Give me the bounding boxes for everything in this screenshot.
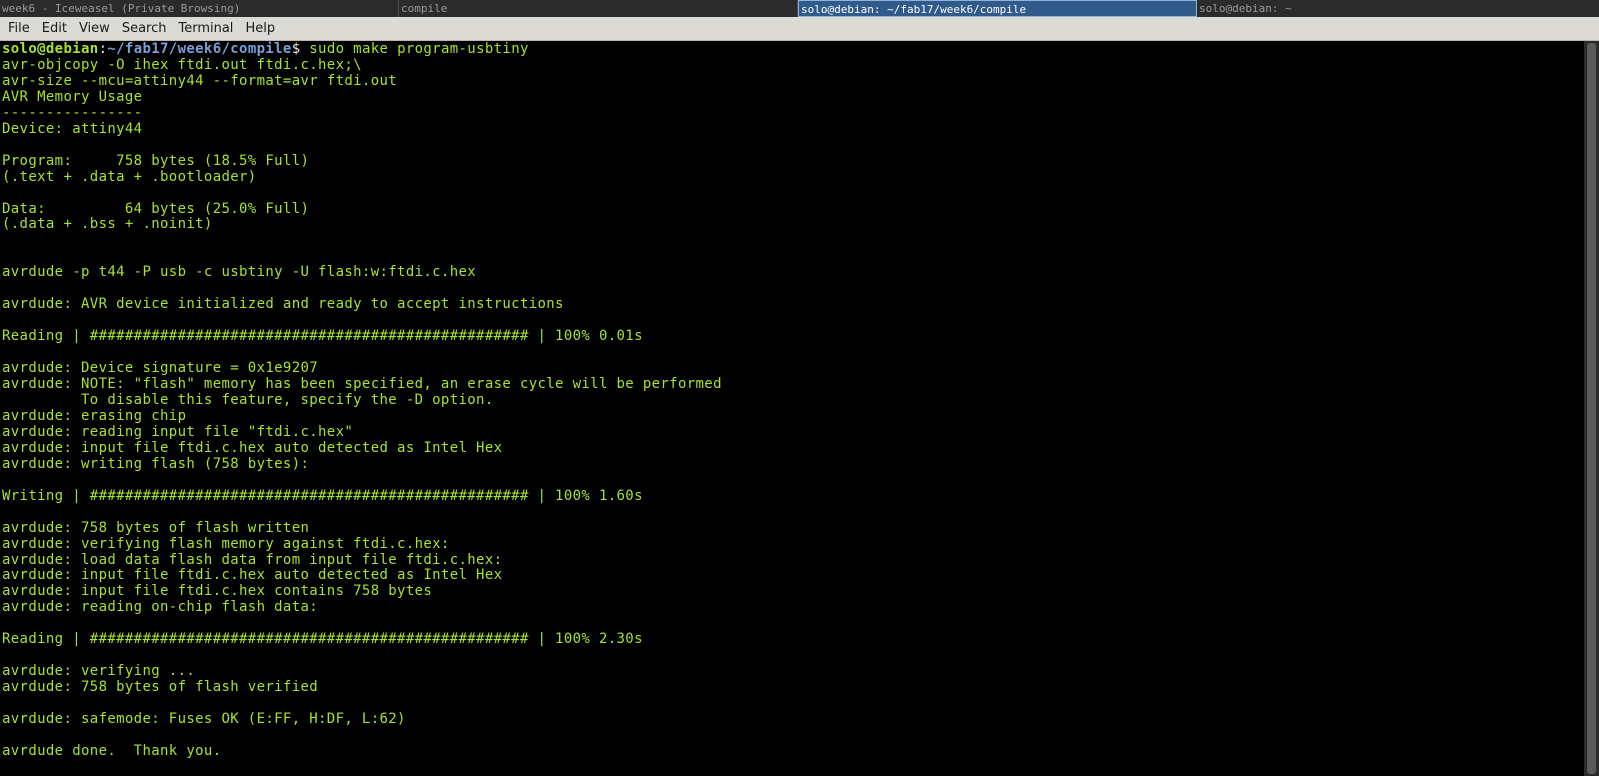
output-line: avrdude -p t44 -P usb -c usbtiny -U flas…	[2, 264, 477, 281]
window-tab-terminal-compile[interactable]: solo@debian: ~/fab17/week6/compile	[798, 0, 1197, 17]
output-line: (.data + .bss + .noinit)	[2, 216, 213, 233]
output-line: avr-objcopy -O ihex ftdi.out ftdi.c.hex;…	[2, 56, 362, 73]
output-line: To disable this feature, specify the -D …	[2, 391, 494, 408]
menu-file[interactable]: File	[0, 17, 36, 41]
menubar: File Edit View Search Terminal Help	[0, 17, 1599, 41]
output-line: avrdude: AVR device initialized and read…	[2, 296, 564, 313]
output-line: Reading | ##############################…	[2, 631, 643, 648]
output-line: avrdude: 758 bytes of flash verified	[2, 679, 319, 696]
output-line: Device: attiny44	[2, 120, 143, 137]
output-line: avrdude: verifying ...	[2, 663, 196, 680]
output-line: avrdude: 758 bytes of flash written	[2, 519, 310, 536]
scrollbar-thumb[interactable]	[1587, 43, 1596, 774]
window-tab-bar: week6 - Iceweasel (Private Browsing) com…	[0, 0, 1599, 17]
menu-edit[interactable]: Edit	[36, 17, 73, 41]
prompt-line: solo@debian:~/fab17/week6/compile$ sudo …	[2, 41, 1584, 58]
output-line: avrdude: input file ftdi.c.hex auto dete…	[2, 439, 503, 456]
output-line: avrdude: reading on-chip flash data:	[2, 599, 319, 616]
output-line: AVR Memory Usage	[2, 88, 143, 105]
terminal-output[interactable]: solo@debian:~/fab17/week6/compile$ sudo …	[0, 41, 1584, 776]
output-line: Writing | ##############################…	[2, 487, 643, 504]
output-line: avrdude: reading input file "ftdi.c.hex"	[2, 423, 354, 440]
window-tab-iceweasel[interactable]: week6 - Iceweasel (Private Browsing)	[0, 0, 399, 17]
output-line: avrdude: load data flash data from input…	[2, 551, 503, 568]
terminal-scrollbar[interactable]	[1584, 41, 1599, 776]
output-line: avrdude: safemode: Fuses OK (E:FF, H:DF,…	[2, 711, 406, 728]
output-line: avrdude: NOTE: "flash" memory has been s…	[2, 376, 722, 393]
output-line: avrdude: erasing chip	[2, 407, 187, 424]
output-line: avrdude: writing flash (758 bytes):	[2, 455, 310, 472]
output-line: Reading | ##############################…	[2, 328, 643, 345]
output-line: avrdude done. Thank you.	[2, 742, 222, 759]
prompt-path: ~/fab17/week6/compile	[107, 41, 292, 57]
output-line: (.text + .data + .bootloader)	[2, 168, 257, 185]
prompt-command: sudo make program-usbtiny	[300, 41, 529, 57]
window-tab-compile[interactable]: compile	[399, 0, 798, 17]
prompt-symbol: $	[291, 41, 301, 57]
output-line: avrdude: Device signature = 0x1e9207	[2, 360, 319, 377]
menu-view[interactable]: View	[73, 17, 116, 41]
window-tab-terminal-home[interactable]: solo@debian: ~	[1197, 0, 1596, 17]
menu-search[interactable]: Search	[116, 17, 173, 41]
output-line: avrdude: input file ftdi.c.hex contains …	[2, 583, 433, 600]
output-line: avrdude: input file ftdi.c.hex auto dete…	[2, 567, 503, 584]
terminal-lines: solo@debian:~/fab17/week6/compile$ sudo …	[0, 41, 1584, 760]
menu-terminal[interactable]: Terminal	[172, 17, 239, 41]
output-line: Data: 64 bytes (25.0% Full)	[2, 200, 310, 217]
output-line: avrdude: verifying flash memory against …	[2, 535, 450, 552]
output-line: avr-size --mcu=attiny44 --format=avr ftd…	[2, 72, 398, 89]
menu-help[interactable]: Help	[239, 17, 281, 41]
prompt-user-host: solo@debian	[2, 41, 99, 57]
output-line: Program: 758 bytes (18.5% Full)	[2, 152, 310, 169]
output-line: ----------------	[2, 104, 143, 121]
